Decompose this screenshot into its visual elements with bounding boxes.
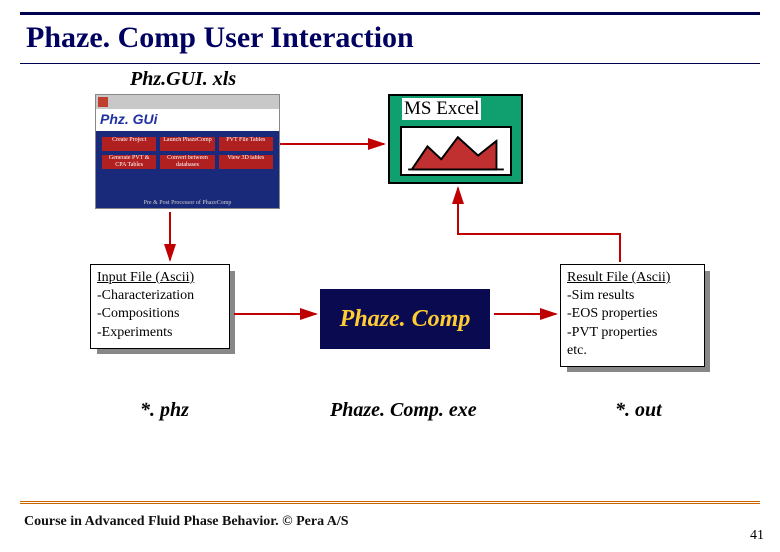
result-file-item: -EOS properties [567,305,698,323]
phzgui-button: PVT File Tables [219,137,273,151]
phzgui-button: Launch PhazeComp [160,137,214,151]
phzgui-button: View 3D tables [219,155,273,169]
phzgui-screenshot: Phz. GUi Create Project Launch PhazeComp… [95,94,280,209]
input-file-item: -Experiments [97,324,223,342]
phzgui-caption: Pre & Post Processor of PhazeComp [96,200,279,206]
engine-exe-label: Phaze. Comp. exe [330,399,477,422]
result-file-heading: Result File (Ascii) [567,269,698,287]
input-file-item: -Characterization [97,287,223,305]
phzgui-button: Generate PVT & CPA Tables [102,155,156,169]
phzgui-app-title: Phz. GUi [100,111,158,127]
phzgui-button: Create Project [102,137,156,151]
result-file-ext: *. out [615,399,662,422]
footer-text: Course in Advanced Fluid Phase Behavior.… [24,514,349,530]
diagram-canvas: Phz.GUI. xls Phz. GUi Create Project Lau… [0,64,780,464]
result-file-item: -Sim results [567,287,698,305]
excel-label: MS Excel [402,98,481,120]
engine-name: Phaze. Comp [340,306,471,333]
title-bar: Phaze. Comp User Interaction [20,12,760,64]
result-file-item: -PVT properties [567,324,698,342]
input-file-heading: Input File (Ascii) [97,269,223,287]
engine-box: Phaze. Comp [320,289,490,349]
input-file-item: -Compositions [97,305,223,323]
result-file-item: etc. [567,342,698,360]
footer-rule [20,501,760,504]
slide-title: Phaze. Comp User Interaction [26,21,760,55]
input-file-box: Input File (Ascii) -Characterization -Co… [90,264,230,349]
phzgui-filename-label: Phz.GUI. xls [130,68,236,91]
app-logo-icon [98,97,108,107]
excel-chart-icon [400,126,512,176]
input-file-ext: *. phz [140,399,189,422]
page-number: 41 [750,528,764,544]
phzgui-button: Convert between databases [160,155,214,169]
result-file-box: Result File (Ascii) -Sim results -EOS pr… [560,264,705,367]
